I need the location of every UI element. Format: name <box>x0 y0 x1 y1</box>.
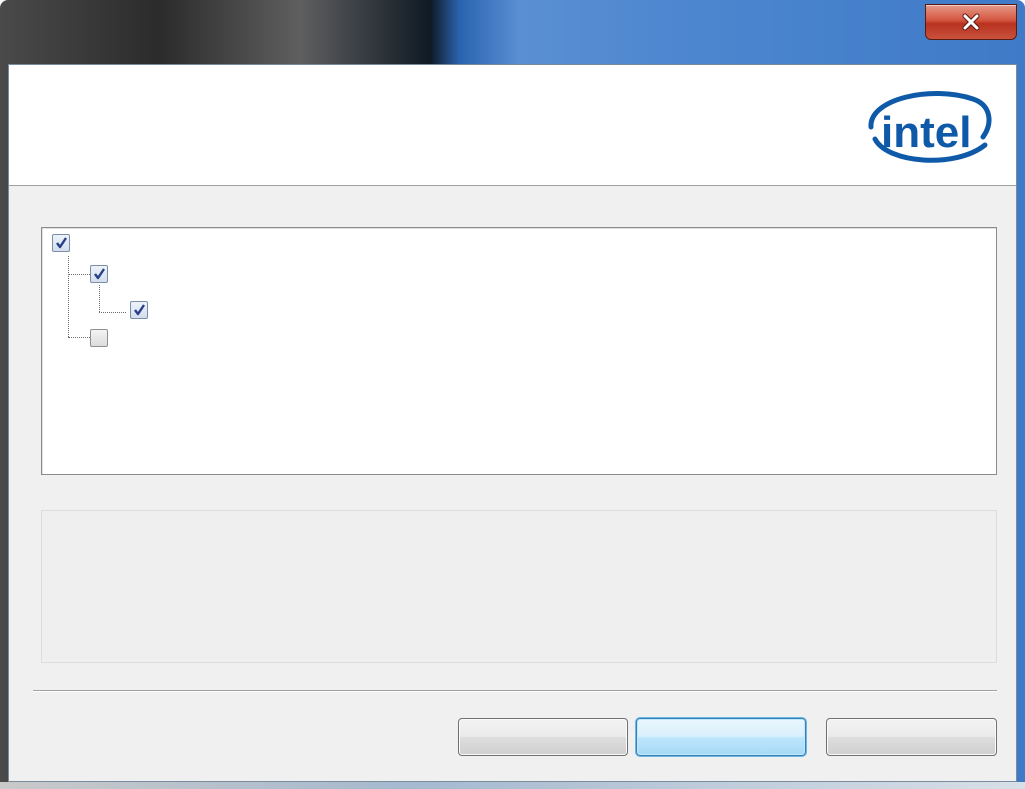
intel-logo: intel <box>868 91 992 163</box>
tree-connector <box>99 285 100 312</box>
header-banner: intel <box>9 65 1016 186</box>
tree-node-child[interactable] <box>90 329 108 347</box>
tree-checkbox-checked[interactable] <box>90 265 108 283</box>
tree-checkbox-checked[interactable] <box>52 234 70 252</box>
checkmark-icon <box>134 304 145 316</box>
component-tree[interactable] <box>41 227 997 475</box>
tree-connector <box>68 274 90 275</box>
dialog-client-area: intel <box>8 64 1017 782</box>
title-bar[interactable] <box>0 0 1025 64</box>
checkmark-icon <box>56 237 67 249</box>
back-button[interactable] <box>458 718 628 756</box>
intel-logo-text: intel <box>881 108 971 157</box>
tree-connector <box>99 312 126 313</box>
tree-node-grandchild[interactable] <box>130 301 148 319</box>
window-bottom-border <box>0 782 1025 789</box>
footer-separator <box>33 690 997 692</box>
tree-connector <box>68 256 69 337</box>
close-button[interactable] <box>925 4 1017 40</box>
checkmark-icon <box>94 268 105 280</box>
tree-checkbox-checked[interactable] <box>130 301 148 319</box>
installer-window: intel <box>0 0 1025 789</box>
tree-checkbox-unchecked[interactable] <box>90 329 108 347</box>
next-button[interactable] <box>636 718 806 756</box>
close-icon <box>962 13 980 31</box>
tree-node-root[interactable] <box>52 234 70 252</box>
cancel-button[interactable] <box>826 718 997 756</box>
tree-connector <box>68 337 90 338</box>
description-panel <box>41 510 997 663</box>
tree-node-child[interactable] <box>90 265 108 283</box>
